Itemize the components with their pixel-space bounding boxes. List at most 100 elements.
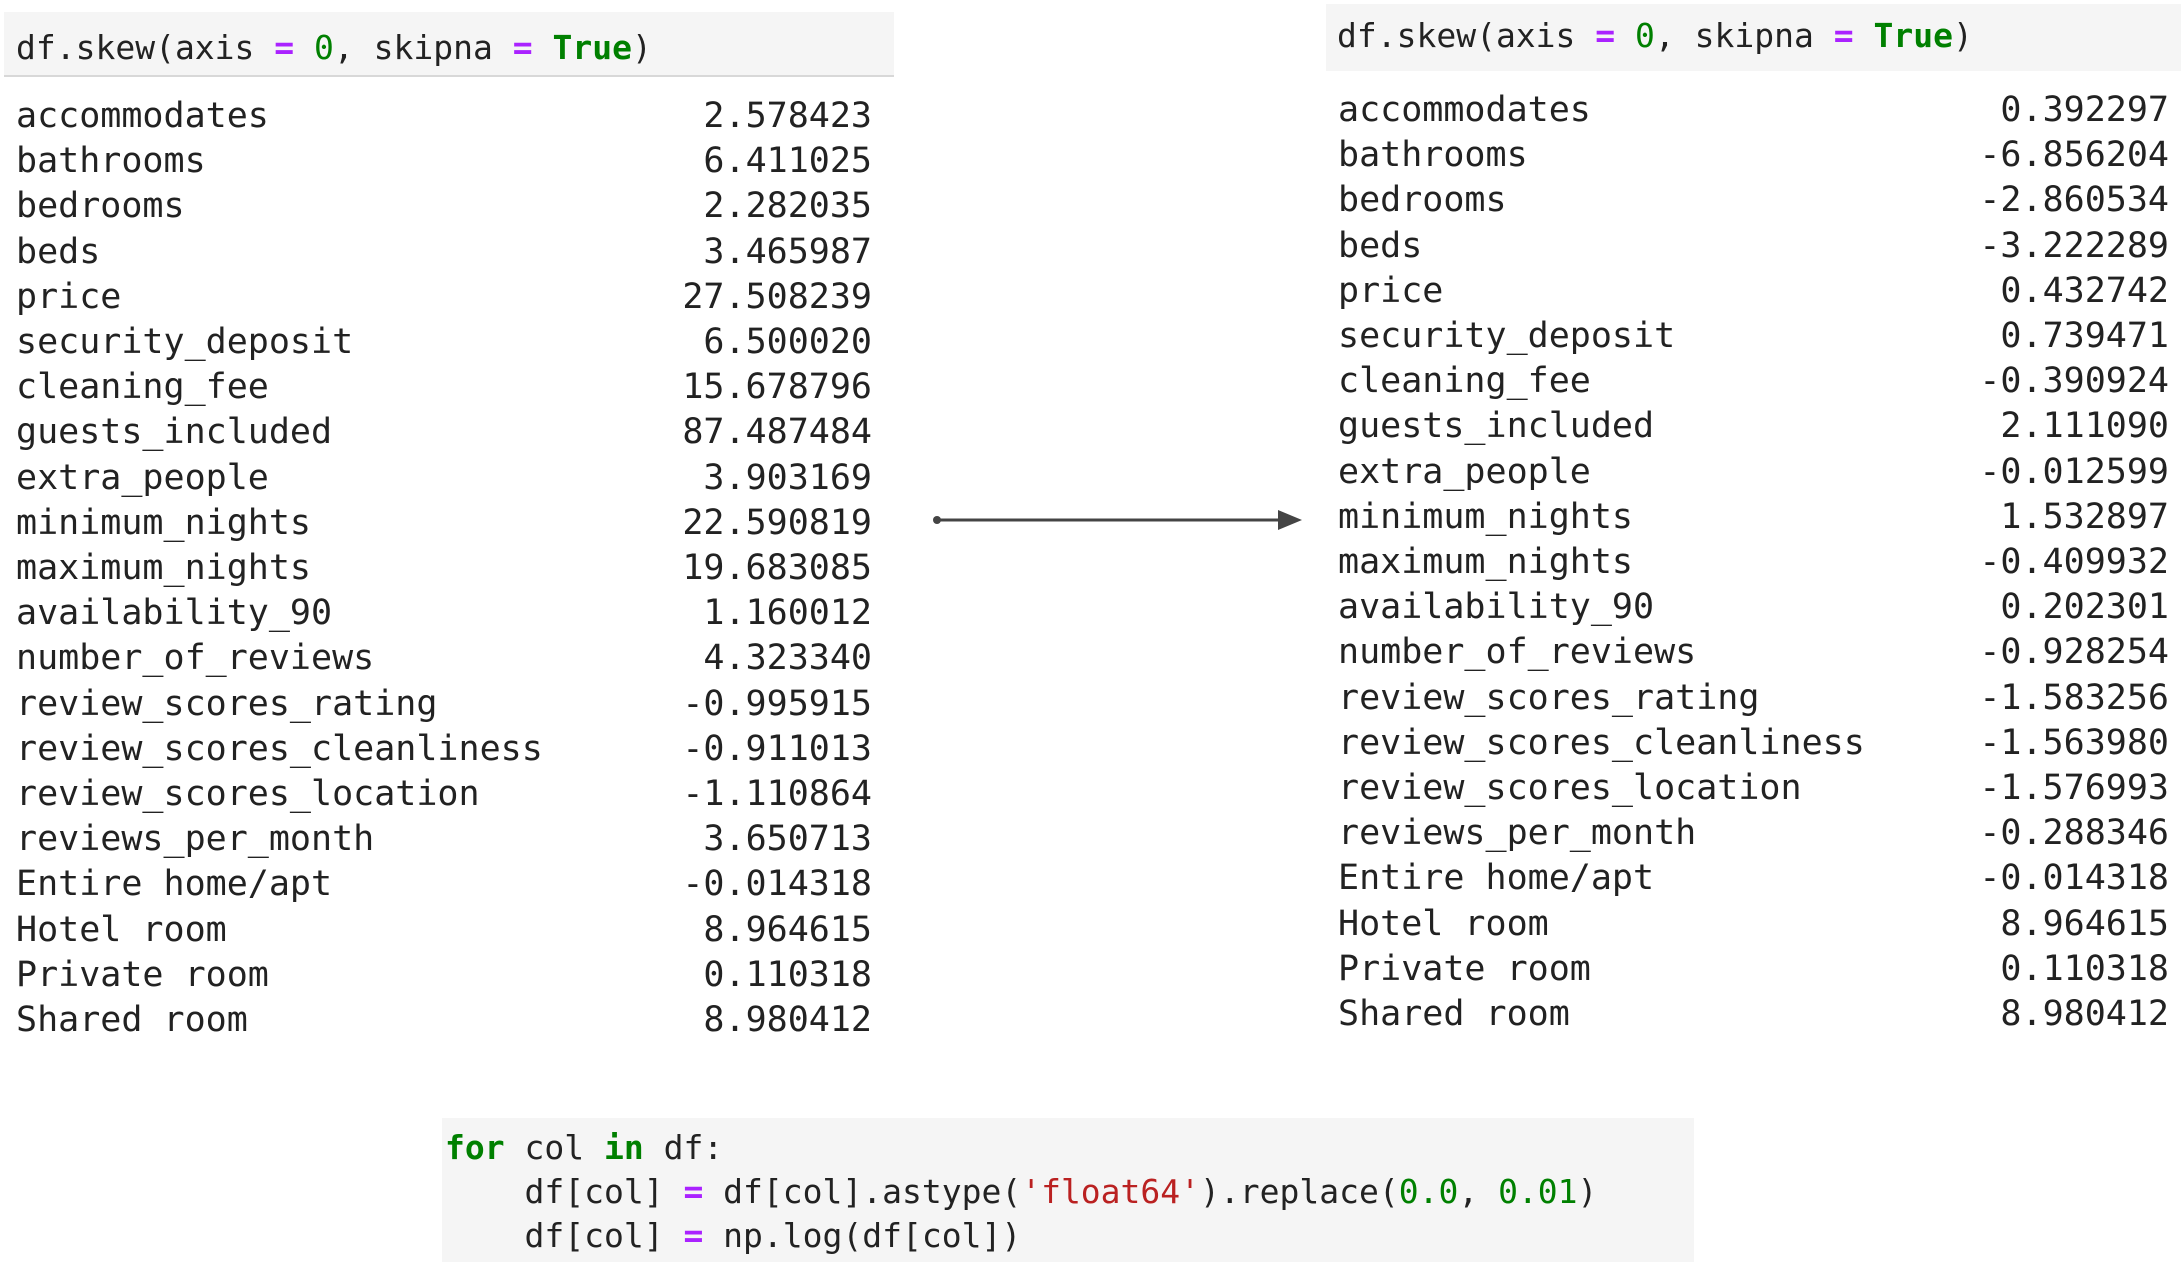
output-row: bathrooms 6.411025 [16,141,872,186]
output-row: extra_people -0.012599 [1338,452,2169,497]
row-value: -0.911013 [682,728,872,769]
output-row: beds 3.465987 [16,232,872,277]
code-text: , [1458,1172,1499,1211]
row-value: 8.964615 [703,909,872,950]
row-label: review_scores_rating [16,683,438,724]
code-number: 0 [1635,16,1655,55]
row-value: 1.160012 [703,593,872,634]
row-label: bathrooms [16,141,206,182]
row-value: 0.739471 [2000,316,2169,356]
row-label: Hotel room [16,909,227,950]
code-text: ) [1952,16,1973,55]
output-row: maximum_nights -0.409932 [1338,542,2169,587]
row-value: 22.590819 [682,502,872,543]
code-operator: = [683,1172,704,1211]
code-text: df[col].astype( [703,1172,1022,1211]
output-row: minimum_nights 22.590819 [16,503,872,548]
row-label: maximum_nights [1338,542,1634,582]
output-row: price 27.508239 [16,277,872,322]
row-label: beds [16,231,101,272]
row-label: availability_90 [1338,587,1655,628]
row-value: -1.110864 [682,774,872,814]
output-row: Private room 0.110318 [1338,949,2169,994]
row-value: -0.288346 [1979,813,2169,854]
output-row: review_scores_location -1.110864 [16,774,872,819]
right-output-table: accommodates 0.392297 bathrooms -6.856204 be… [1338,90,2169,1050]
row-label: Private room [1338,948,1591,989]
row-label: Entire home/apt [1338,858,1655,899]
row-label: accommodates [1338,90,1591,130]
output-row: review_scores_cleanliness -0.911013 [16,729,872,774]
output-row: review_scores_rating -1.583256 [1338,678,2169,723]
row-value: 6.500020 [703,322,872,362]
row-value: 1.532897 [2000,496,2169,537]
output-row: reviews_per_month -0.288346 [1338,813,2169,858]
row-label: bedrooms [1338,180,1507,221]
code-number: 0.0 [1398,1172,1459,1211]
output-row: Hotel room 8.964615 [1338,904,2169,949]
row-label: review_scores_cleanliness [1338,722,1865,763]
row-value: 0.432742 [2000,270,2169,311]
row-label: maximum_nights [16,548,312,588]
output-row: beds -3.222289 [1338,226,2169,271]
row-label: Shared room [1338,994,1570,1034]
row-value: 0.110318 [703,954,872,995]
row-label: review_scores_location [16,774,480,814]
left-output-table: accommodates 2.578423 bathrooms 6.411025 bed… [16,96,872,1056]
row-label: cleaning_fee [1338,361,1591,402]
row-label: security_deposit [16,322,354,362]
output-row: maximum_nights 19.683085 [16,548,872,593]
row-label: extra_people [1338,451,1591,492]
code-keyword: True [552,28,632,67]
output-row: guests_included 87.487484 [16,412,872,457]
row-value: 27.508239 [682,276,872,317]
output-row: accommodates 2.578423 [16,96,872,141]
code-text: df[col] [524,1172,684,1211]
row-label: price [16,276,122,317]
output-row: accommodates 0.392297 [1338,90,2169,135]
output-row: Entire home/apt -0.014318 [16,864,872,909]
row-label: availability_90 [16,593,333,634]
code-line-2: df[col] = df[col].astype('float64').repl… [445,1170,1694,1214]
row-value: -0.012599 [1979,451,2169,492]
row-value: -2.860534 [1979,180,2169,221]
row-label: reviews_per_month [1338,813,1697,854]
row-label: review_scores_location [1338,768,1802,808]
code-line-3: df[col] = np.log(df[col]) [445,1214,1694,1258]
code-text: df.skew(axis [1337,16,1596,55]
right-code-cell[interactable]: df.skew(axis = 0, skipna = True) [1326,4,2181,71]
row-value: -1.576993 [1979,768,2169,808]
row-label: number_of_reviews [1338,632,1697,673]
row-value: -0.928254 [1979,632,2169,673]
output-row: guests_included 2.111090 [1338,406,2169,451]
output-row: availability_90 1.160012 [16,593,872,638]
row-value: -0.995915 [682,683,872,724]
code-line-1: for col in df: [445,1126,1694,1170]
bottom-code-cell[interactable]: for col in df: df[col] = df[col].astype(… [442,1118,1694,1262]
output-row: price 0.432742 [1338,271,2169,316]
row-label: security_deposit [1338,316,1676,356]
code-string: 'float64' [1021,1172,1201,1211]
code-operator: = [512,28,533,67]
code-keyword: for [445,1128,505,1167]
output-row: cleaning_fee 15.678796 [16,367,872,412]
left-code-cell[interactable]: df.skew(axis = 0, skipna = True) [4,12,894,77]
row-label: Entire home/apt [16,864,333,905]
row-label: minimum_nights [1338,496,1634,537]
code-text: df[col] [524,1216,684,1255]
row-value: -0.014318 [682,864,872,905]
code-operator: = [1833,16,1854,55]
code-keyword: True [1873,16,1953,55]
row-value: 8.980412 [703,1000,872,1040]
row-label: review_scores_rating [1338,677,1760,718]
output-row: security_deposit 0.739471 [1338,316,2169,361]
output-row: bathrooms -6.856204 [1338,135,2169,180]
row-value: -1.583256 [1979,677,2169,718]
row-value: -0.014318 [1979,858,2169,899]
code-operator: = [274,28,295,67]
code-keyword: in [603,1128,644,1167]
